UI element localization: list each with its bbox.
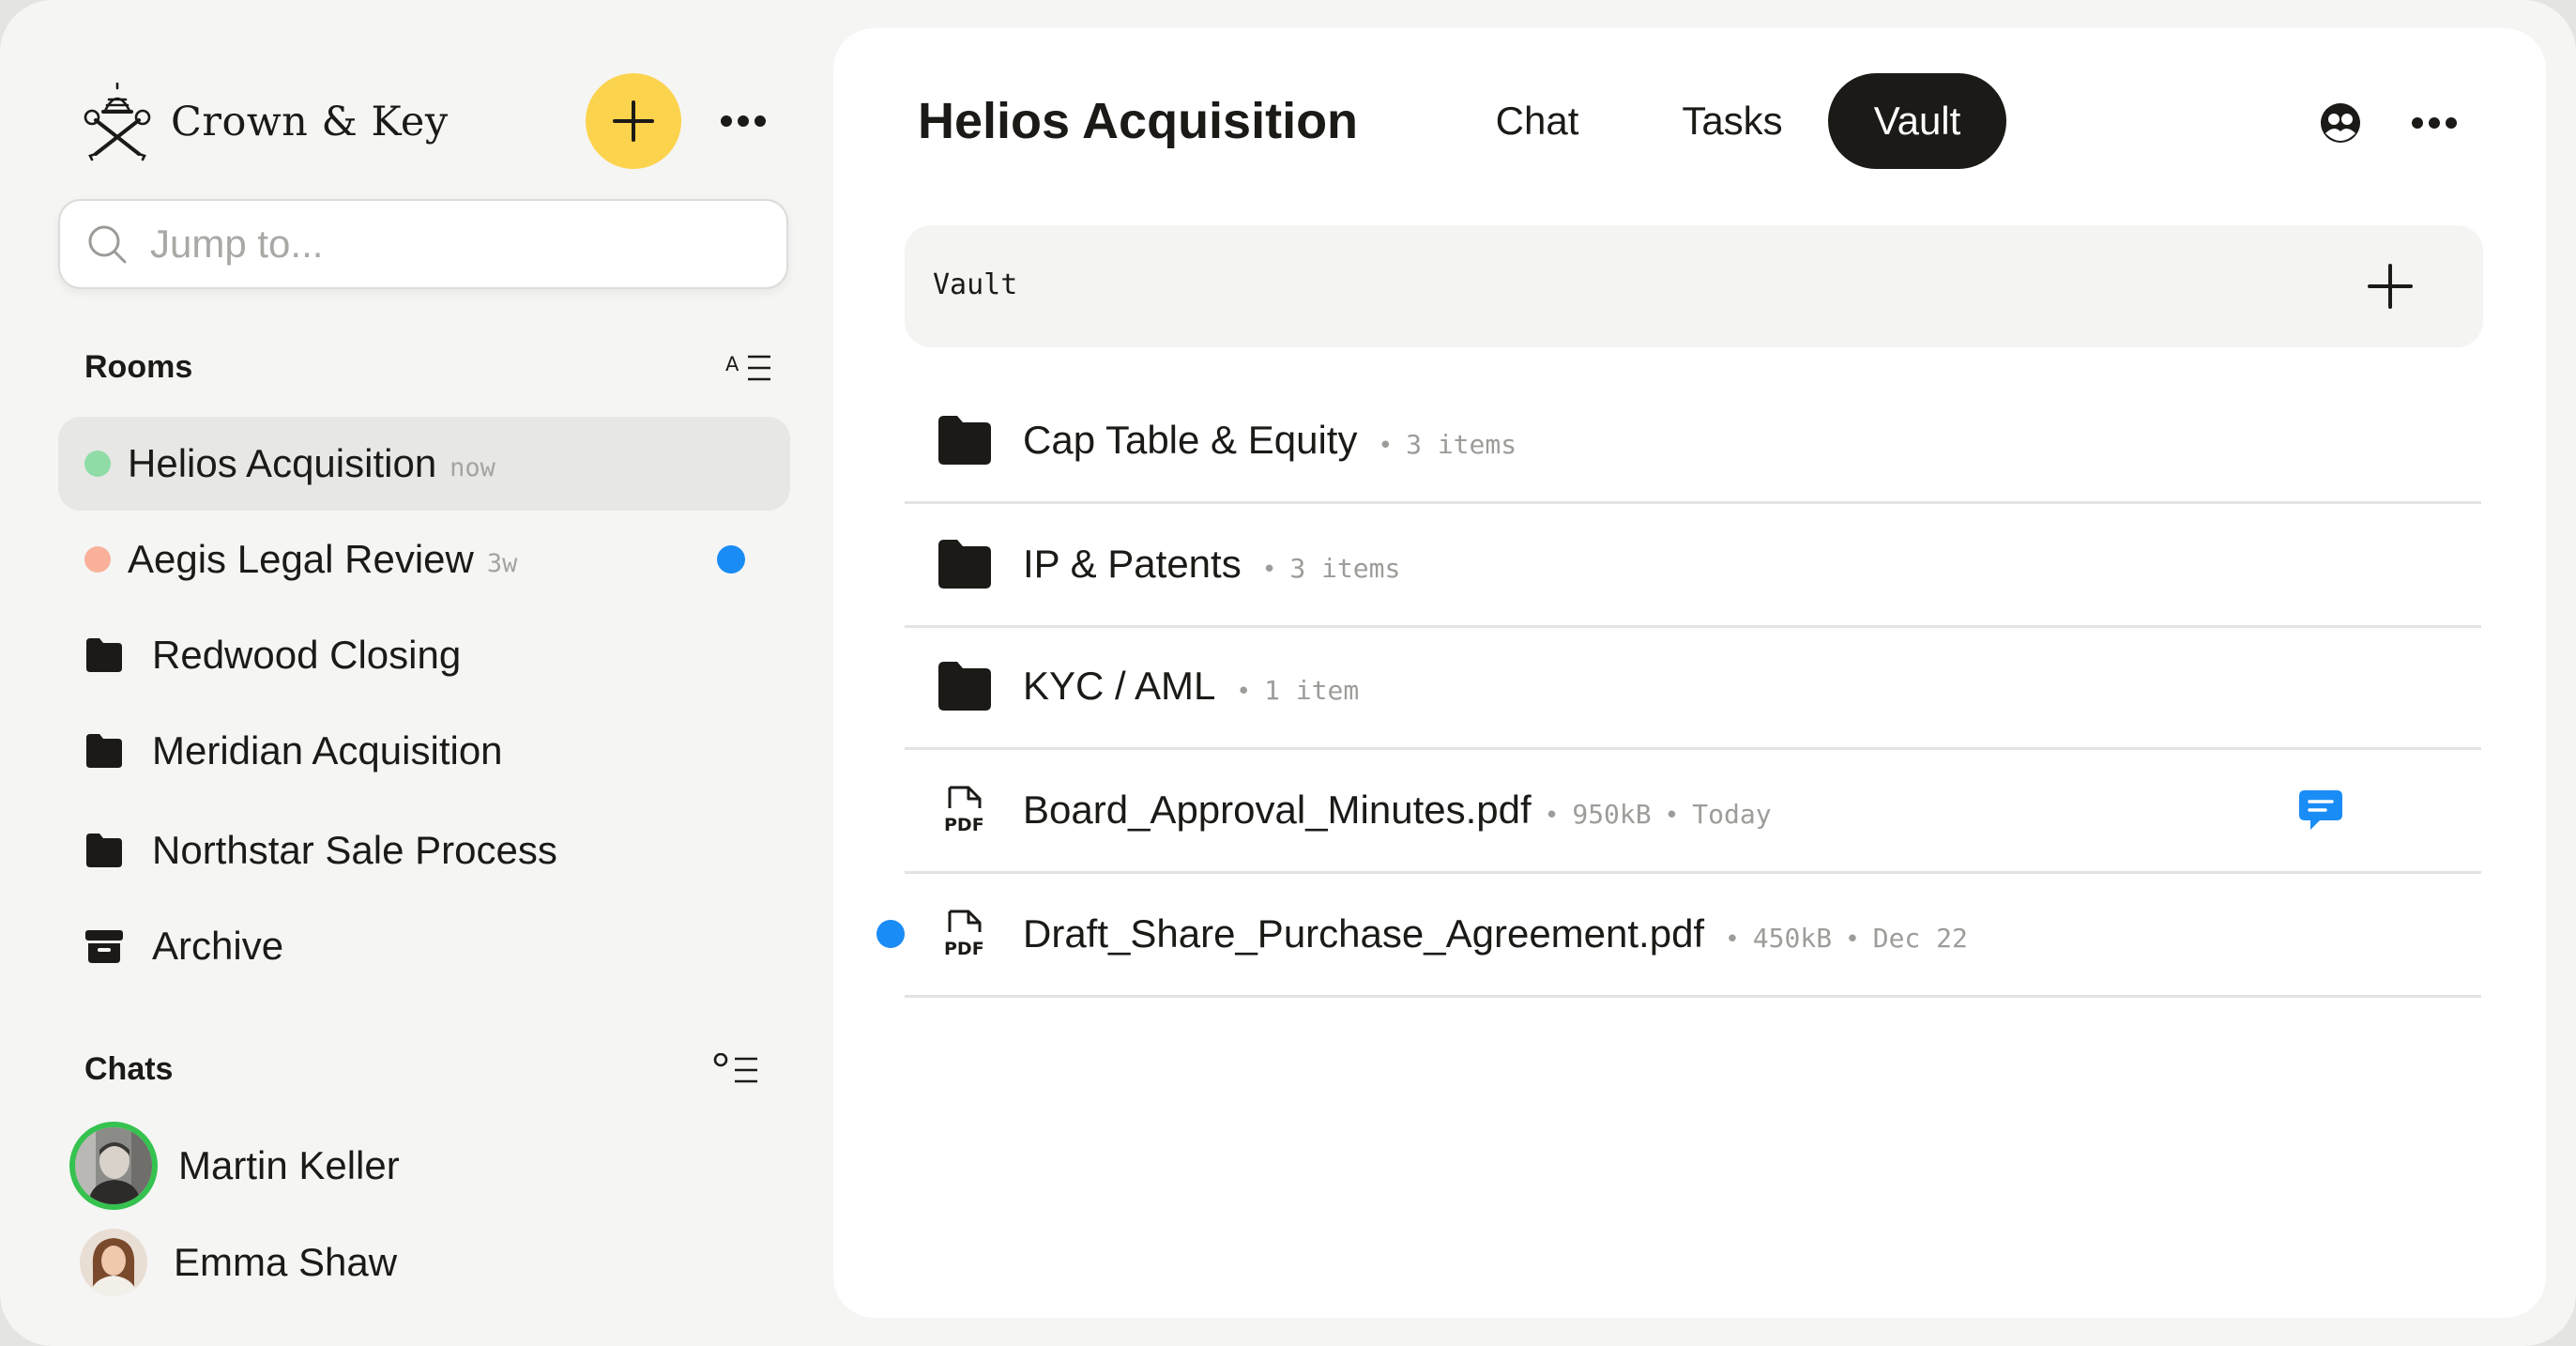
folder-icon bbox=[938, 540, 991, 589]
vault-row-folder[interactable]: KYC / AML • 1 item bbox=[905, 625, 2481, 750]
room-item-aegis[interactable]: Aegis Legal Review 3w bbox=[58, 512, 790, 606]
vault-row-file[interactable]: PDF Board_Approval_Minutes.pdf • 950kB •… bbox=[905, 749, 2481, 874]
members-icon bbox=[2321, 103, 2360, 143]
item-count: 1 item bbox=[1264, 675, 1360, 706]
meta-separator: • bbox=[1845, 925, 1860, 954]
search-icon bbox=[88, 225, 127, 264]
app-window: Crown & Key Rooms A bbox=[0, 0, 2576, 1346]
meta-separator: • bbox=[1261, 556, 1277, 584]
folder-item-redwood[interactable]: Redwood Closing bbox=[58, 608, 790, 702]
more-horizontal-icon bbox=[721, 115, 766, 127]
item-name: Cap Table & Equity bbox=[1023, 418, 1358, 462]
folder-icon bbox=[86, 834, 122, 867]
meta-separator: • bbox=[1664, 802, 1680, 830]
new-button[interactable] bbox=[586, 73, 681, 169]
room-time: 3w bbox=[486, 548, 518, 578]
person-photo-icon bbox=[75, 1127, 152, 1204]
sidebar: Crown & Key Rooms A bbox=[0, 0, 826, 1346]
folder-icon bbox=[86, 734, 122, 768]
meta-separator: • bbox=[1544, 802, 1560, 830]
pdf-file-icon: PDF bbox=[944, 786, 984, 835]
item-count: 3 items bbox=[1406, 429, 1517, 460]
avatar bbox=[75, 1127, 152, 1204]
sort-alpha-button[interactable]: A bbox=[723, 345, 775, 390]
breadcrumb[interactable]: Vault bbox=[933, 268, 1017, 301]
sort-alpha-icon: A bbox=[725, 353, 770, 381]
room-name: Aegis Legal Review bbox=[128, 537, 474, 581]
chat-item-martin-keller[interactable]: Martin Keller bbox=[75, 1124, 400, 1208]
file-date: Dec 22 bbox=[1872, 923, 1968, 954]
add-item-button[interactable] bbox=[2363, 259, 2417, 314]
item-name: IP & Patents bbox=[1023, 542, 1242, 586]
item-name: Board_Approval_Minutes.pdf bbox=[1023, 788, 1532, 832]
vault-header: Vault bbox=[905, 225, 2483, 347]
item-count: 3 items bbox=[1289, 553, 1401, 584]
vault-row-folder[interactable]: Cap Table & Equity • 3 items bbox=[905, 379, 2481, 504]
vault-row-folder[interactable]: IP & Patents • 3 items bbox=[905, 503, 2481, 628]
folder-icon bbox=[86, 638, 122, 672]
avatar bbox=[80, 1229, 147, 1296]
status-dot bbox=[84, 546, 111, 573]
comment-icon[interactable] bbox=[2297, 787, 2344, 834]
chats-filter-button[interactable] bbox=[709, 1048, 762, 1093]
unread-indicator bbox=[717, 545, 745, 574]
folder-icon bbox=[938, 416, 991, 465]
archive-icon bbox=[85, 930, 123, 963]
item-name: Draft_Share_Purchase_Agreement.pdf bbox=[1023, 911, 1705, 956]
meta-separator: • bbox=[1378, 432, 1394, 460]
person-photo-icon bbox=[80, 1229, 147, 1296]
tab-tasks[interactable]: Tasks bbox=[1657, 73, 1807, 169]
crest-keys-icon bbox=[84, 83, 151, 161]
status-dot bbox=[84, 451, 111, 477]
folder-item-meridian[interactable]: Meridian Acquisition bbox=[58, 704, 790, 798]
main-panel: Helios Acquisition Chat Tasks Vault Vaul… bbox=[833, 28, 2546, 1318]
pdf-file-icon: PDF bbox=[944, 910, 984, 959]
svg-text:PDF: PDF bbox=[944, 939, 984, 959]
tab-vault[interactable]: Vault bbox=[1828, 73, 2006, 169]
plus-icon bbox=[613, 100, 654, 142]
sidebar-more-button[interactable] bbox=[715, 101, 771, 141]
main-more-button[interactable] bbox=[2406, 99, 2462, 146]
plus-icon bbox=[2368, 264, 2413, 309]
archive-name: Archive bbox=[152, 924, 284, 968]
folder-name: Redwood Closing bbox=[152, 633, 462, 677]
svg-text:PDF: PDF bbox=[944, 815, 984, 835]
unread-indicator bbox=[876, 920, 905, 948]
room-name: Helios Acquisition bbox=[128, 441, 437, 485]
chats-heading: Chats bbox=[84, 1051, 174, 1087]
members-button[interactable] bbox=[2312, 99, 2369, 146]
room-item-helios[interactable]: Helios Acquisition now bbox=[58, 417, 790, 511]
brand[interactable]: Crown & Key bbox=[83, 83, 449, 161]
chat-item-emma-shaw[interactable]: Emma Shaw bbox=[75, 1220, 397, 1305]
chat-name: Emma Shaw bbox=[174, 1240, 398, 1284]
chat-name: Martin Keller bbox=[178, 1143, 400, 1187]
search-box[interactable] bbox=[58, 199, 788, 289]
search-input[interactable] bbox=[148, 221, 753, 268]
tab-chat[interactable]: Chat bbox=[1471, 73, 1603, 169]
folder-icon bbox=[938, 662, 991, 711]
brand-name: Crown & Key bbox=[171, 99, 449, 145]
meta-separator: • bbox=[1236, 678, 1252, 706]
svg-text:A: A bbox=[725, 353, 739, 375]
rooms-heading: Rooms bbox=[84, 349, 193, 385]
item-name: KYC / AML bbox=[1023, 664, 1216, 708]
folder-name: Meridian Acquisition bbox=[152, 728, 503, 772]
room-time: now bbox=[450, 452, 495, 482]
list-filter-icon bbox=[713, 1053, 757, 1083]
folder-item-northstar[interactable]: Northstar Sale Process bbox=[58, 803, 790, 897]
meta-separator: • bbox=[1725, 925, 1740, 954]
page-title: Helios Acquisition bbox=[918, 93, 1359, 149]
folder-name: Northstar Sale Process bbox=[152, 828, 557, 872]
file-size: 950kB bbox=[1572, 799, 1652, 830]
file-date: Today bbox=[1692, 799, 1772, 830]
file-size: 450kB bbox=[1752, 923, 1833, 954]
vault-row-file[interactable]: PDF Draft_Share_Purchase_Agreement.pdf •… bbox=[876, 873, 2481, 998]
more-horizontal-icon bbox=[2412, 117, 2457, 129]
archive-item[interactable]: Archive bbox=[58, 899, 790, 993]
